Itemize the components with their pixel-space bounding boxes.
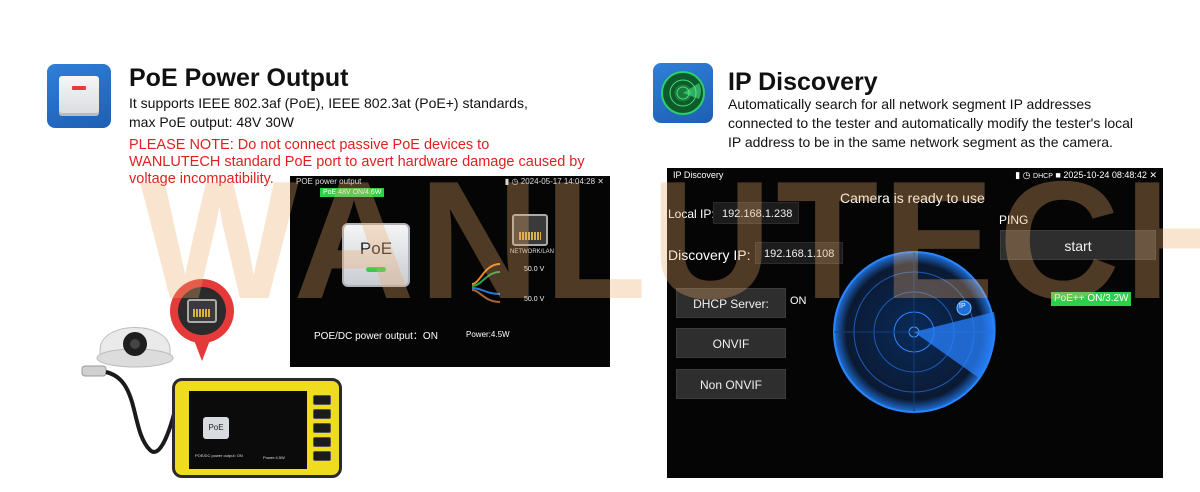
ip-desc-line: IP address to be in the same network seg… [728, 134, 1113, 150]
poe-status-badge: PoE 48V ON/4.6W [320, 188, 385, 197]
power-switch-icon [59, 76, 99, 116]
voltage-reading-1: 50.0 V [524, 266, 545, 273]
poe-switch-icon [47, 64, 111, 128]
ip-desc-line: Automatically search for all network seg… [728, 96, 1092, 112]
tester-output-label: POE/DC power output: ON [195, 453, 243, 458]
lock-icon: ▮ [1015, 170, 1021, 180]
poe-output-status: POE/DC power output：ON [314, 331, 438, 342]
dhcp-server-button[interactable]: DHCP Server: [676, 288, 786, 318]
rj45-port-icon [512, 214, 548, 246]
tester-device: PoE POE/DC power output: ON Power:4.5W [172, 378, 342, 478]
ip-desc-line: connected to the tester and automaticall… [728, 115, 1134, 131]
local-ip-field[interactable]: 192.168.1.238 [713, 202, 799, 224]
status-datetime: 2025-10-24 08:48:42 [1063, 170, 1147, 180]
dhcp-status: ON [790, 295, 807, 307]
poe-status-badge: PoE++ ON/3.2W [1051, 292, 1132, 306]
radar-icon [653, 63, 713, 123]
status-right: ▮ ◷ 2024-05-17 14:04:28 ✕ [505, 176, 604, 188]
port-label: NETWORK/LAN [510, 249, 555, 255]
battery-icon: ▮ [504, 177, 510, 186]
poe-button-label: PoE [359, 238, 393, 258]
poe-desc-line: It supports IEEE 802.3af (PoE), IEEE 802… [129, 95, 528, 111]
local-ip-label: Local IP: [668, 207, 715, 221]
status-bar: IP Discovery ▮ ◷ DHCP ■ 2025-10-24 08:48… [667, 168, 1163, 183]
ip-discovery-title: IP Discovery [728, 68, 878, 96]
ethernet-port-icon [187, 299, 217, 323]
clock-icon: ◷ [511, 177, 519, 186]
close-icon[interactable]: ✕ [1149, 170, 1157, 180]
start-button[interactable]: start [1000, 230, 1156, 260]
tester-power-label: Power:4.5W [263, 455, 285, 460]
clock-icon: ◷ [1022, 170, 1031, 180]
poe-output-screen: POE power output ▮ ◷ 2024-05-17 14:04:28… [290, 176, 610, 367]
screen-title: IP Discovery [673, 170, 724, 180]
camera-status: Camera is ready to use [840, 190, 985, 206]
tester-lcd-screen: PoE POE/DC power output: ON Power:4.5W [189, 391, 307, 469]
ip-discovery-description: Automatically search for all network seg… [728, 95, 1188, 152]
status-right: ▮ ◷ DHCP ■ 2025-10-24 08:48:42 ✕ [1015, 168, 1157, 183]
dhcp-tag: DHCP [1033, 173, 1053, 180]
tester-keypad [313, 395, 331, 465]
status-datetime: 2024-05-17 14:04:28 [520, 177, 596, 186]
poe-description: It supports IEEE 802.3af (PoE), IEEE 802… [129, 94, 589, 132]
status-bar: POE power output ▮ ◷ 2024-05-17 14:04:28… [290, 176, 610, 188]
voltage-reading-2: 50.0 V [524, 296, 545, 303]
close-icon[interactable]: ✕ [597, 177, 604, 186]
tester-poe-button: PoE [203, 417, 229, 439]
radar-scan-graphic [833, 251, 996, 413]
poe-led-indicator [366, 266, 386, 272]
radar-ip-marker: IP [959, 303, 966, 310]
cable-wires-icon [471, 263, 501, 303]
power-reading: Power:4.5W [466, 330, 510, 339]
onvif-button[interactable]: ONVIF [676, 328, 786, 358]
discovery-ip-label: Discovery IP: [668, 247, 751, 263]
ping-label: PING [999, 213, 1029, 227]
screen-title: POE power output [296, 177, 362, 186]
non-onvif-button[interactable]: Non ONVIF [676, 369, 786, 399]
note-line: PLEASE NOTE: Do not connect passive PoE … [129, 137, 490, 153]
poe-toggle-button[interactable]: PoE [342, 223, 410, 287]
note-line: WANLUTECH standard PoE port to avert har… [129, 154, 585, 170]
settings-icon: ■ [1055, 170, 1061, 180]
poe-title: PoE Power Output [129, 64, 349, 92]
ip-discovery-screen: IP Discovery ▮ ◷ DHCP ■ 2025-10-24 08:48… [667, 168, 1163, 478]
radar-sweep-icon [661, 71, 705, 115]
poe-desc-line: max PoE output: 48V 30W [129, 114, 294, 130]
